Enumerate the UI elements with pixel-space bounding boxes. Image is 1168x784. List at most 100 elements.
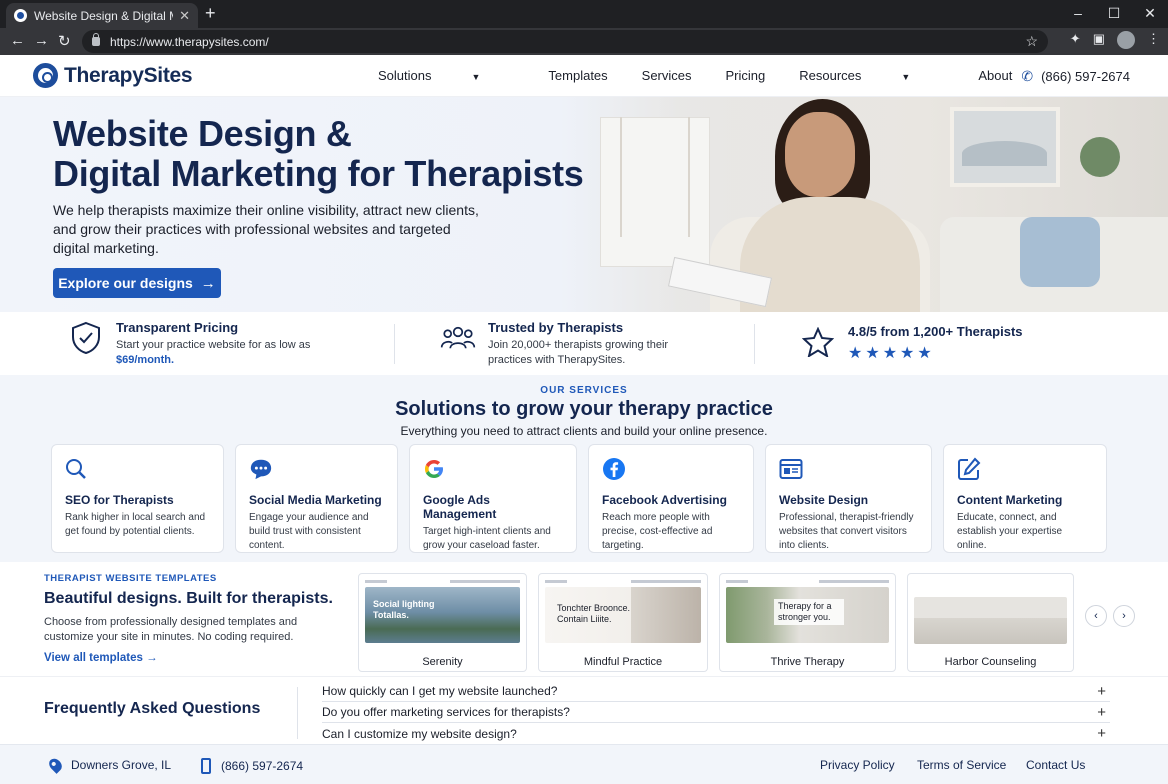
- template-name: Thrive Therapy: [770, 656, 845, 668]
- footer-location-text: Downers Grove, IL: [71, 758, 172, 772]
- trust-rating: 4.8/5 from 1,200+ Therapists ★★★★★: [800, 324, 1023, 363]
- users-icon: [440, 320, 476, 356]
- nav-line: [631, 579, 701, 583]
- extensions-icon[interactable]: ✦: [1070, 31, 1081, 49]
- faq-question: Do you offer marketing services for ther…: [322, 705, 570, 719]
- service-card-seo[interactable]: SEO for Therapists Rank higher in local …: [51, 444, 224, 553]
- logo[interactable]: TherapySites: [33, 63, 193, 88]
- menu-icon[interactable]: ⋮: [1147, 31, 1160, 49]
- template-preview-image: [914, 597, 1067, 644]
- close-window-icon[interactable]: ✕: [1132, 0, 1168, 28]
- forward-icon[interactable]: →: [34, 32, 49, 49]
- url-text: https://www.therapysites.com/: [110, 34, 269, 49]
- faq-question: Can I customize my website design?: [322, 726, 517, 741]
- layout-icon: [779, 457, 803, 481]
- privacy-policy-link[interactable]: Privacy Policy: [820, 758, 895, 772]
- nav-services[interactable]: Services: [642, 68, 692, 83]
- tab-title: Website Design & Digital Mark...: [34, 8, 173, 23]
- trust-therapists: Trusted by Therapists Join 20,000+ thera…: [440, 320, 688, 368]
- map-pin-icon: [46, 756, 65, 774]
- view-all-label: View all templates: [44, 652, 143, 664]
- nav-about[interactable]: About: [978, 68, 1012, 83]
- faq-item[interactable]: Can I customize my website design? +: [322, 723, 1110, 744]
- sidebar-icon[interactable]: ▣: [1093, 31, 1105, 49]
- window-controls: – ☐ ✕: [1060, 0, 1168, 28]
- phone-icon: ✆: [1021, 68, 1034, 84]
- nav-label: Resources: [799, 68, 862, 83]
- hero-photo-shelf: [620, 117, 690, 237]
- services-section: OUR SERVICES Solutions to grow your ther…: [0, 375, 1168, 562]
- new-tab-icon[interactable]: +: [205, 3, 216, 24]
- chevron-down-icon: ▼: [901, 72, 911, 82]
- header-phone[interactable]: ✆ (866) 597-2674: [1021, 68, 1130, 85]
- minimize-icon[interactable]: –: [1060, 0, 1096, 28]
- template-card-mindful-practice[interactable]: Tonchter Broonce. Contain Liiite. Mindfu…: [538, 573, 708, 672]
- footer-phone-text: (866) 597-2674: [221, 759, 304, 773]
- trusted-text: Join 20,000+ therapists growing their pr…: [488, 339, 669, 366]
- address-bar[interactable]: https://www.therapysites.com/ ☆: [82, 30, 1048, 53]
- back-icon[interactable]: ←: [10, 32, 25, 49]
- template-card-thrive-therapy[interactable]: Therapy for a stronger you. Thrive Thera…: [719, 573, 896, 672]
- google-icon: [423, 457, 447, 481]
- templates-title: Beautiful designs. Built for therapists.: [44, 590, 333, 607]
- carousel-prev-button[interactable]: ‹: [1085, 605, 1107, 627]
- divider: [297, 687, 298, 739]
- footer-phone[interactable]: (866) 597-2674: [201, 758, 303, 774]
- faq-item[interactable]: How quickly can I get my website launche…: [322, 681, 1110, 702]
- arrow-right-icon: →: [200, 274, 216, 292]
- nav-line: [365, 579, 387, 583]
- browser-tabbar: Website Design & Digital Mark... ✕ + – ☐…: [0, 0, 1168, 28]
- service-description: Rank higher in local search and get foun…: [65, 512, 206, 537]
- site-header: TherapySites Solutions ▼ Templates Servic…: [0, 55, 1168, 97]
- template-name: Mindful Practice: [583, 656, 663, 668]
- nav-resources[interactable]: Resources ▼: [799, 68, 944, 83]
- service-card-google-ads[interactable]: Google Ads Management Target high-intent…: [409, 444, 577, 553]
- bookmark-star-icon[interactable]: ☆: [1025, 33, 1038, 50]
- cta-label: Explore our designs: [58, 275, 193, 291]
- profile-avatar[interactable]: [1117, 31, 1135, 49]
- templates-description: Choose from professionally designed temp…: [44, 616, 298, 643]
- nav-line: [819, 579, 889, 583]
- hero-photo-pillow: [1020, 217, 1100, 287]
- nav-line: [726, 579, 748, 583]
- hero-title-line1: Website Design &: [53, 113, 352, 154]
- template-overlay-text: Tonchter Broonce. Contain Liiite.: [557, 603, 631, 624]
- browser-tab[interactable]: Website Design & Digital Mark... ✕: [6, 3, 198, 28]
- contact-us-link[interactable]: Contact Us: [1026, 758, 1085, 772]
- rating-stars: ★★★★★: [848, 345, 935, 362]
- service-card-website-design[interactable]: Website Design Professional, therapist-f…: [765, 444, 932, 553]
- template-preview-image: Social lighting Totallas.: [365, 587, 520, 643]
- services-title: Solutions to grow your therapy practice: [395, 398, 773, 420]
- maximize-icon[interactable]: ☐: [1096, 0, 1132, 28]
- service-card-content-marketing[interactable]: Content Marketing Educate, connect, and …: [943, 444, 1107, 553]
- nav-templates[interactable]: Templates: [548, 68, 607, 83]
- service-card-facebook[interactable]: Facebook Advertising Reach more people w…: [588, 444, 754, 553]
- divider: [754, 324, 755, 364]
- edit-icon: [957, 457, 981, 481]
- service-card-social-media[interactable]: Social Media Marketing Engage your audie…: [235, 444, 398, 553]
- nav-solutions[interactable]: Solutions ▼: [378, 68, 514, 83]
- star-outline-icon: [800, 324, 836, 360]
- template-card-serenity[interactable]: Social lighting Totallas. Serenity: [358, 573, 527, 672]
- explore-designs-button[interactable]: Explore our designs →: [53, 268, 221, 298]
- carousel-next-button[interactable]: ›: [1113, 605, 1135, 627]
- services-eyebrow: OUR SERVICES: [540, 385, 628, 396]
- terms-of-service-link[interactable]: Terms of Service: [917, 758, 1006, 772]
- pricing-title: Transparent Pricing: [116, 320, 239, 335]
- pricing-amount: $69/month.: [116, 354, 175, 366]
- template-nav-preview: [365, 578, 520, 584]
- faq-item[interactable]: Do you offer marketing services for ther…: [322, 702, 1110, 723]
- template-name: Harbor Counseling: [944, 656, 1037, 668]
- view-all-templates-link[interactable]: View all templates →: [44, 652, 158, 664]
- nav-pricing[interactable]: Pricing: [726, 68, 766, 83]
- template-card-harbor-counseling[interactable]: Harbor Counseling: [907, 573, 1074, 672]
- template-name: Serenity: [422, 656, 463, 668]
- chevron-right-icon: ›: [1122, 610, 1126, 622]
- chevron-left-icon: ‹: [1094, 610, 1098, 622]
- reload-icon[interactable]: ↻: [58, 32, 71, 50]
- nav-line: [450, 579, 520, 583]
- hero-title-line2: Digital Marketing for Therapists: [53, 153, 584, 194]
- close-tab-icon[interactable]: ✕: [179, 8, 190, 24]
- faq-question: How quickly can I get my website launche…: [322, 684, 558, 698]
- hero-description: We help therapists maximize their online…: [53, 202, 479, 256]
